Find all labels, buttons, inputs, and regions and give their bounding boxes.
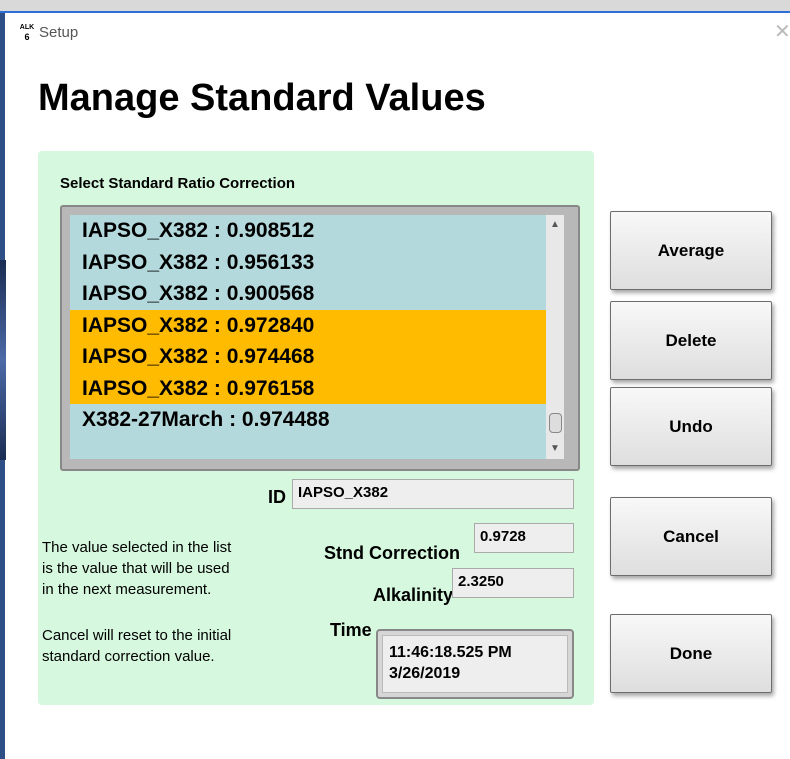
scroll-up-icon[interactable]: ▲: [546, 219, 564, 230]
standard-list-item[interactable]: X382-27March : 0.974488: [70, 404, 546, 436]
alkalinity-label: Alkalinity: [373, 585, 454, 605]
id-field[interactable]: IAPSO_X382: [292, 479, 574, 509]
time-label: Time: [330, 620, 372, 640]
app-icon: ALK 6: [18, 24, 36, 42]
cancel-note-line: standard correction value.: [42, 648, 215, 665]
done-button[interactable]: Done: [610, 614, 772, 693]
standards-panel: Select Standard Ratio Correction IAPSO_X…: [38, 151, 594, 705]
standard-list-item[interactable]: IAPSO_X382 : 0.956133: [70, 247, 546, 279]
standard-list-frame: IAPSO_X382 : 0.908512 IAPSO_X382 : 0.9561…: [60, 205, 580, 471]
standard-list-item[interactable]: IAPSO_X382 : 0.976158: [70, 372, 546, 404]
app-icon-text-bottom: 6: [24, 32, 30, 42]
undo-button[interactable]: Undo: [610, 387, 772, 466]
standard-list-item[interactable]: IAPSO_X382 : 0.908512: [70, 215, 546, 247]
window-title: Setup: [39, 24, 79, 41]
info-note: The value selected in the list is the va…: [42, 537, 231, 600]
standard-list-item[interactable]: IAPSO_X382 : 0.974468: [70, 341, 546, 373]
info-note-line: The value selected in the list: [42, 539, 232, 556]
id-label: ID: [268, 487, 286, 507]
close-icon[interactable]: ✕: [774, 19, 790, 44]
setup-window: ALK 6 Setup ✕ Manage Standard Values Sel…: [6, 13, 790, 759]
scroll-down-icon[interactable]: ▼: [546, 443, 564, 454]
stnd-correction-field[interactable]: 0.9728: [474, 523, 574, 553]
alkalinity-field[interactable]: 2.3250: [452, 568, 574, 598]
cancel-note-line: Cancel will reset to the initial: [42, 627, 232, 644]
cancel-note: Cancel will reset to the initial standar…: [42, 625, 231, 667]
stnd-correction-label: Stnd Correction: [324, 543, 461, 563]
scroll-thumb[interactable]: [549, 413, 562, 433]
delete-button[interactable]: Delete: [610, 301, 772, 380]
info-note-line: is the value that will be used: [42, 560, 230, 577]
list-scrollbar[interactable]: ▲ ▼: [546, 215, 564, 459]
time-value: 11:46:18.525 PM: [389, 644, 512, 661]
average-button[interactable]: Average: [610, 211, 772, 290]
list-label: Select Standard Ratio Correction: [60, 175, 296, 192]
date-value: 3/26/2019: [389, 665, 461, 682]
cancel-button[interactable]: Cancel: [610, 497, 772, 576]
page-title: Manage Standard Values: [38, 77, 486, 119]
time-display-frame: 11:46:18.525 PM 3/26/2019: [376, 629, 574, 699]
app-icon-text-top: ALK: [19, 24, 35, 31]
standard-list-item[interactable]: IAPSO_X382 : 0.972840: [70, 309, 546, 341]
standard-list[interactable]: IAPSO_X382 : 0.908512 IAPSO_X382 : 0.9561…: [70, 215, 546, 459]
time-display: 11:46:18.525 PM 3/26/2019: [382, 635, 568, 693]
standard-list-item[interactable]: IAPSO_X382 : 0.900568: [70, 278, 546, 310]
info-note-line: in the next measurement.: [42, 581, 212, 598]
